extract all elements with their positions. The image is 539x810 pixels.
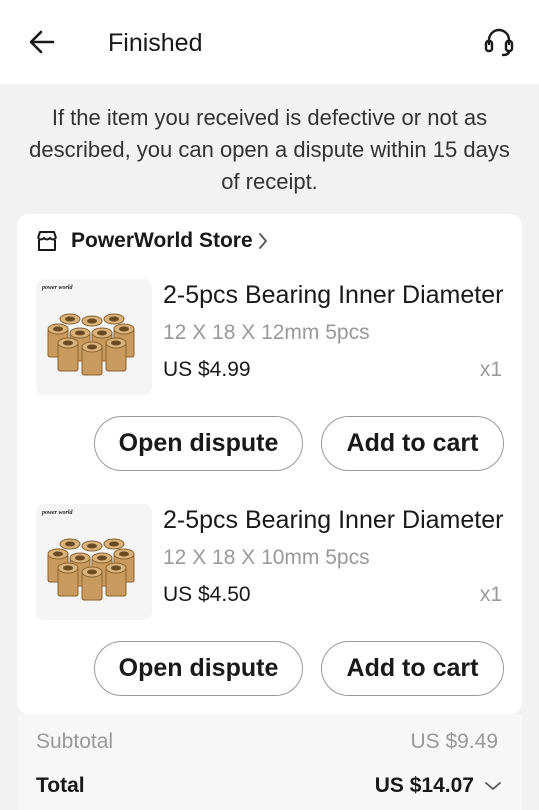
product-quantity: x1 — [479, 358, 502, 381]
order-card: PowerWorld Store power world 2-5pcs Bear… — [17, 214, 522, 714]
order-item: power world 2-5pcs Bearing Inner Diamete… — [17, 504, 522, 729]
arrow-left-icon — [29, 30, 55, 54]
subtotal-value: US $9.49 — [410, 730, 498, 753]
product-title[interactable]: 2-5pcs Bearing Inner Diameter — [163, 279, 508, 311]
order-summary: Subtotal US $9.49 Total US $14.07 — [17, 714, 522, 810]
chevron-down-icon — [484, 780, 502, 792]
support-button[interactable] — [480, 24, 518, 60]
store-icon — [35, 229, 59, 253]
product-image[interactable]: power world — [36, 504, 152, 620]
headset-icon — [484, 28, 514, 57]
product-price: US $4.50 — [163, 583, 251, 606]
product-image[interactable]: power world — [36, 279, 152, 395]
store-name: PowerWorld Store — [71, 229, 253, 252]
product-image-brand: power world — [42, 285, 73, 291]
dispute-notice: If the item you received is defective or… — [29, 105, 510, 194]
add-to-cart-button[interactable]: Add to cart — [321, 641, 504, 696]
top-bar: Finished — [0, 0, 539, 84]
product-variant: 12 X 18 X 10mm 5pcs — [163, 546, 370, 569]
product-quantity: x1 — [479, 583, 502, 606]
open-dispute-button[interactable]: Open dispute — [94, 641, 303, 696]
store-link[interactable]: PowerWorld Store — [35, 226, 269, 256]
chevron-right-icon — [257, 231, 269, 251]
add-to-cart-button[interactable]: Add to cart — [321, 416, 504, 471]
product-title[interactable]: 2-5pcs Bearing Inner Diameter — [163, 504, 508, 536]
total-value: US $14.07 — [374, 774, 474, 797]
product-image-brand: power world — [42, 510, 73, 516]
product-variant: 12 X 18 X 12mm 5pcs — [163, 321, 370, 344]
page-title: Finished — [108, 29, 203, 57]
order-item: power world 2-5pcs Bearing Inner Diamete… — [17, 279, 522, 504]
subtotal-label: Subtotal — [36, 730, 114, 753]
back-button[interactable] — [26, 26, 58, 58]
total-expand[interactable]: US $14.07 — [375, 772, 502, 800]
open-dispute-button[interactable]: Open dispute — [94, 416, 303, 471]
total-label: Total — [36, 774, 85, 797]
product-price: US $4.99 — [163, 358, 251, 381]
